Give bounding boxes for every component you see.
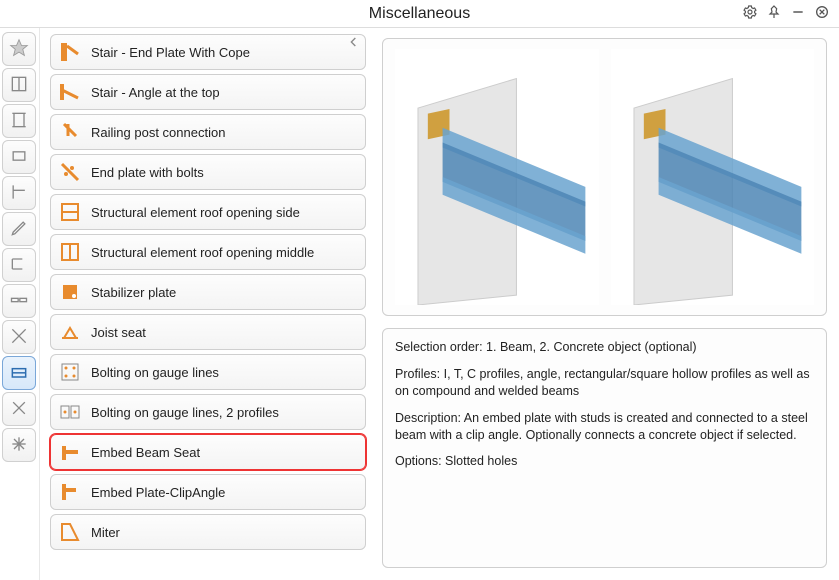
roof-side-icon [57,199,83,225]
description-panel: Selection order: 1. Beam, 2. Concrete ob… [382,328,827,568]
railing-post-icon [57,119,83,145]
sidebar-item-brace[interactable] [2,320,36,354]
splice-icon [9,290,29,313]
list-item[interactable]: End plate with bolts [50,154,366,190]
sidebar-item-splice[interactable] [2,284,36,318]
connection-list: Stair - End Plate With Cope Stair - Angl… [40,28,372,580]
minimize-button[interactable] [787,3,809,25]
list-item-label: Bolting on gauge lines, 2 profiles [91,405,279,420]
list-item-label: Structural element roof opening side [91,205,300,220]
selection-order-text: 1. Beam, 2. Concrete object (optional) [486,340,697,354]
pin-icon [766,4,782,23]
endplate-bolts-icon [57,159,83,185]
pin-button[interactable] [763,3,785,25]
plate-icon [9,146,29,169]
list-item-label: End plate with bolts [91,165,204,180]
list-item[interactable]: Miter [50,514,366,550]
list-item-label: Stair - Angle at the top [91,85,220,100]
sidebar-item-bracket[interactable] [2,176,36,210]
asterisk-icon [9,434,29,457]
settings-button[interactable] [739,3,761,25]
list-item-label: Joist seat [91,325,146,340]
sidebar-item-plate[interactable] [2,140,36,174]
miter-icon [57,519,83,545]
stair-angle-icon [57,79,83,105]
options-label: Options: [395,454,442,468]
list-item-label: Embed Beam Seat [91,445,200,460]
list-item[interactable]: Stair - Angle at the top [50,74,366,110]
list-item[interactable]: Embed Beam Seat [50,434,366,470]
list-item[interactable]: Embed Plate-ClipAngle [50,474,366,510]
list-item[interactable]: Joist seat [50,314,366,350]
options-text: Slotted holes [445,454,517,468]
list-item-label: Railing post connection [91,125,225,140]
sidebar-item-beam[interactable] [2,104,36,138]
brace-icon [9,326,29,349]
misc-icon [9,362,29,385]
preview-panel [382,38,827,316]
description-label: Description: [395,411,461,425]
sidebar-item-frame[interactable] [2,68,36,102]
profiles-label: Profiles: [395,367,440,381]
category-sidebar [0,28,40,580]
bolting-gauge2-icon [57,399,83,425]
stair-endplate-icon [57,39,83,65]
window-header: Miscellaneous [0,0,839,28]
sidebar-item-favorites[interactable] [2,32,36,66]
joist-seat-icon [57,319,83,345]
preview-image-2 [611,49,815,305]
sidebar-item-tools[interactable] [2,392,36,426]
frame-icon [9,74,29,97]
embed-clipangle-icon [57,479,83,505]
minimize-icon [790,4,806,23]
list-item-label: Structural element roof opening middle [91,245,314,260]
sidebar-item-channel[interactable] [2,248,36,282]
bracket-icon [9,182,29,205]
sidebar-item-miscellaneous[interactable] [2,356,36,390]
detail-pane: Selection order: 1. Beam, 2. Concrete ob… [372,28,839,580]
collapse-button[interactable] [346,34,362,50]
roof-middle-icon [57,239,83,265]
embed-beamseat-icon [57,439,83,465]
list-item-label: Embed Plate-ClipAngle [91,485,225,500]
list-item[interactable]: Stabilizer plate [50,274,366,310]
list-item-label: Stair - End Plate With Cope [91,45,250,60]
list-item-label: Stabilizer plate [91,285,176,300]
selection-order-label: Selection order: [395,340,483,354]
profiles-text: I, T, C profiles, angle, rectangular/squ… [395,367,810,398]
tools-icon [9,398,29,421]
beam-icon [9,110,29,133]
sidebar-item-pencil[interactable] [2,212,36,246]
channel-icon [9,254,29,277]
list-item[interactable]: Structural element roof opening middle [50,234,366,270]
preview-image-1 [395,49,599,305]
list-item-label: Bolting on gauge lines [91,365,219,380]
stabilizer-icon [57,279,83,305]
list-item[interactable]: Structural element roof opening side [50,194,366,230]
list-item[interactable]: Bolting on gauge lines [50,354,366,390]
list-item[interactable]: Stair - End Plate With Cope [50,34,366,70]
gear-icon [742,4,758,23]
sidebar-item-other[interactable] [2,428,36,462]
chevron-left-icon [346,38,362,53]
bolting-gauge-icon [57,359,83,385]
list-item-label: Miter [91,525,120,540]
list-item[interactable]: Railing post connection [50,114,366,150]
close-button[interactable] [811,3,833,25]
pencil-icon [9,218,29,241]
star-icon [9,38,29,61]
window-title: Miscellaneous [369,5,470,23]
close-icon [814,4,830,23]
list-item[interactable]: Bolting on gauge lines, 2 profiles [50,394,366,430]
